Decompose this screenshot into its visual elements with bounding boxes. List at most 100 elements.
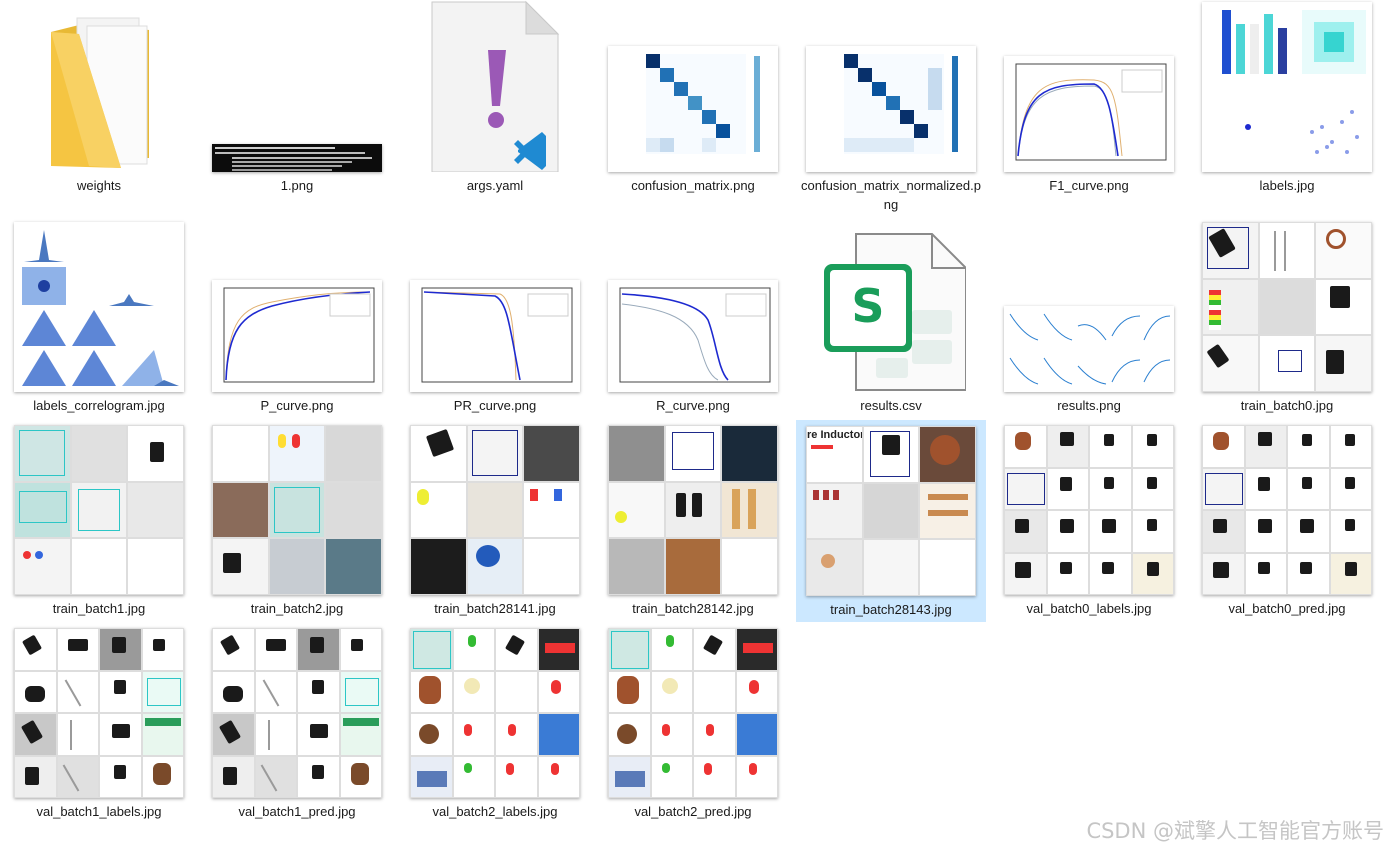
file-tile-results-png[interactable]: results.png <box>994 220 1184 415</box>
thumb-area <box>598 626 788 798</box>
file-name: confusion_matrix.png <box>631 178 755 193</box>
file-tile-labels-jpg[interactable]: labels.jpg <box>1192 0 1382 195</box>
file-tile-val-batch1-labels[interactable]: val_batch1_labels.jpg <box>4 626 194 821</box>
file-tile-args-yaml[interactable]: args.yaml <box>400 0 590 195</box>
inductor-banner-text: re Inductor <box>807 429 863 441</box>
thumb-area <box>202 423 392 595</box>
train-batch2-thumbnail <box>212 425 382 595</box>
thumb-area <box>1192 0 1382 172</box>
file-tile-train-batch28141[interactable]: train_batch28141.jpg <box>400 423 590 618</box>
file-tile-results-csv[interactable]: S results.csv <box>796 220 986 415</box>
curve-graphic <box>223 287 375 383</box>
thumb-area <box>598 0 788 172</box>
file-tile-pr-curve[interactable]: PR_curve.png <box>400 220 590 415</box>
terminal-text-lines <box>215 147 372 171</box>
thumb-area <box>994 423 1184 595</box>
file-tile-r-curve[interactable]: R_curve.png <box>598 220 788 415</box>
thumb-area <box>4 423 194 595</box>
curve-graphic <box>619 287 771 383</box>
thumb-area <box>1192 220 1382 392</box>
train-batch28143-thumbnail: re Inductor <box>806 426 976 596</box>
thumb-area <box>598 220 788 392</box>
file-tile-val-batch1-pred[interactable]: val_batch1_pred.jpg <box>202 626 392 821</box>
thumb-area <box>202 0 392 172</box>
heatmap-graphic <box>844 54 958 154</box>
thumb-area <box>4 220 194 392</box>
thumb-area <box>1192 423 1382 595</box>
curve-graphic <box>1015 63 1167 161</box>
f1-curve-thumbnail <box>1004 56 1174 172</box>
val-batch0-labels-thumbnail <box>1004 425 1174 595</box>
val-batch2-pred-thumbnail <box>608 628 778 798</box>
file-tile-1-png[interactable]: 1.png <box>202 0 392 195</box>
file-name: labels.jpg <box>1259 178 1315 193</box>
labels-thumbnail <box>1202 2 1372 172</box>
file-name: train_batch28141.jpg <box>434 601 556 616</box>
file-name: train_batch28143.jpg <box>830 602 952 617</box>
file-tile-train-batch28142[interactable]: train_batch28142.jpg <box>598 423 788 618</box>
file-name: results.png <box>1057 398 1121 413</box>
file-name: labels_correlogram.jpg <box>33 398 165 413</box>
val-batch0-pred-thumbnail <box>1202 425 1372 595</box>
file-tile-p-curve[interactable]: P_curve.png <box>202 220 392 415</box>
train-batch28141-thumbnail <box>410 425 580 595</box>
yaml-file-icon <box>431 0 560 172</box>
file-name: train_batch2.jpg <box>250 601 344 616</box>
file-name: val_batch2_labels.jpg <box>432 804 558 819</box>
file-tile-train-batch1[interactable]: train_batch1.jpg <box>4 423 194 618</box>
file-name: train_batch28142.jpg <box>632 601 754 616</box>
file-tile-val-batch0-labels[interactable]: val_batch0_labels.jpg <box>994 423 1184 618</box>
file-name: args.yaml <box>466 178 524 193</box>
file-name: train_batch0.jpg <box>1240 398 1334 413</box>
file-tile-train-batch2[interactable]: train_batch2.jpg <box>202 423 392 618</box>
thumb-area <box>400 626 590 798</box>
file-name: val_batch0_labels.jpg <box>1026 601 1152 616</box>
thumb-area: re Inductor <box>796 421 986 596</box>
folder-icon <box>51 17 149 168</box>
file-name: F1_curve.png <box>1049 178 1129 193</box>
curve-graphic <box>421 287 573 383</box>
file-name: val_batch2_pred.jpg <box>634 804 752 819</box>
val-batch1-pred-thumbnail <box>212 628 382 798</box>
file-tile-train-batch28143[interactable]: re Inductor train_batch28143.jpg <box>796 420 986 622</box>
thumb-area <box>400 220 590 392</box>
file-tile-val-batch2-pred[interactable]: val_batch2_pred.jpg <box>598 626 788 821</box>
file-tile-confusion-matrix[interactable]: confusion_matrix.png <box>598 0 788 195</box>
thumb-area <box>400 0 590 172</box>
thumb-area <box>400 423 590 595</box>
file-tile-f1-curve[interactable]: F1_curve.png <box>994 0 1184 195</box>
labels-correlogram-thumbnail <box>14 222 184 392</box>
file-tile-weights[interactable]: weights <box>4 0 194 195</box>
results-graphic <box>1009 313 1171 385</box>
thumb-area <box>4 626 194 798</box>
file-name: val_batch1_labels.jpg <box>36 804 162 819</box>
train-batch28142-thumbnail <box>608 425 778 595</box>
thumb-area <box>994 0 1184 172</box>
confusion-matrix-thumbnail <box>608 46 778 172</box>
results-thumbnail <box>1004 306 1174 392</box>
file-tile-confusion-matrix-normalized[interactable]: confusion_matrix_normalized.png <box>796 0 986 214</box>
thumb-area <box>202 220 392 392</box>
file-name: 1.png <box>280 178 314 193</box>
file-tile-val-batch2-labels[interactable]: val_batch2_labels.jpg <box>400 626 590 821</box>
pr-curve-thumbnail <box>410 280 580 392</box>
file-tile-labels-correlogram[interactable]: labels_correlogram.jpg <box>4 220 194 415</box>
confusion-matrix-normalized-thumbnail <box>806 46 976 172</box>
file-name: results.csv <box>860 398 922 413</box>
heatmap-graphic <box>646 54 760 154</box>
file-name: train_batch1.jpg <box>52 601 146 616</box>
correlogram-graphic <box>22 230 179 386</box>
labels-graphic <box>1222 10 1366 154</box>
file-name: PR_curve.png <box>453 398 537 413</box>
thumb-area <box>994 220 1184 392</box>
svg-text:S: S <box>851 279 884 333</box>
file-grid: weights 1.png args.yaml confusion_matrix… <box>0 0 1390 853</box>
thumb-area <box>598 423 788 595</box>
file-tile-train-batch0[interactable]: train_batch0.jpg <box>1192 220 1382 415</box>
file-name: confusion_matrix_normalized.png <box>801 178 981 212</box>
terminal-screenshot-thumbnail <box>212 144 382 172</box>
file-tile-val-batch0-pred[interactable]: val_batch0_pred.jpg <box>1192 423 1382 618</box>
val-batch1-labels-thumbnail <box>14 628 184 798</box>
thumb-area <box>796 0 986 172</box>
train-batch1-thumbnail <box>14 425 184 595</box>
